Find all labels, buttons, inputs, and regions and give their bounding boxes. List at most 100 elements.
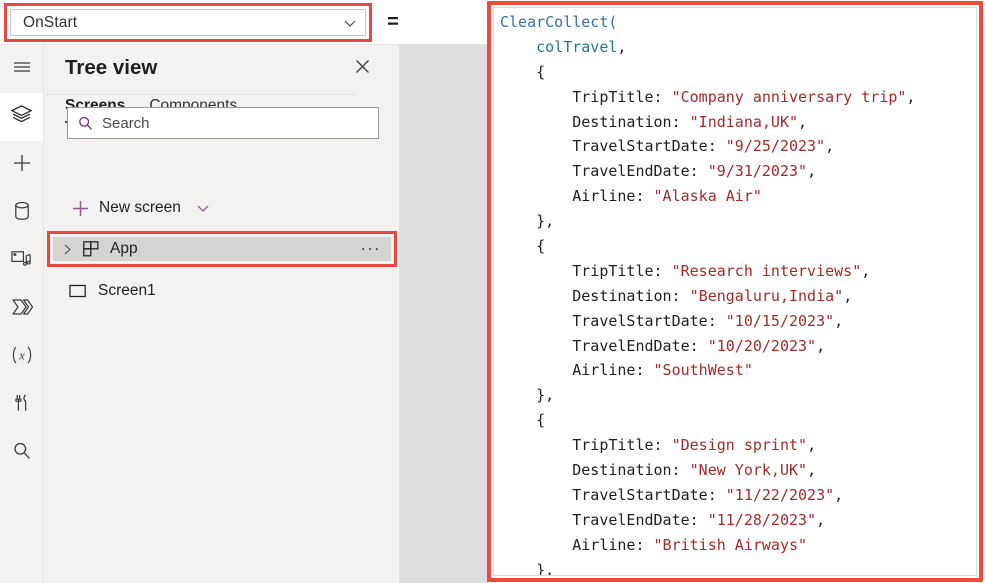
code-token: TravelEndDate: <box>500 510 708 529</box>
search-icon <box>11 440 33 467</box>
tree-item-screen1-label: Screen1 <box>98 282 156 299</box>
code-token: "Bengaluru,India" <box>689 286 844 305</box>
formula-code[interactable]: ClearCollect( colTravel, { TripTitle: "C… <box>500 10 976 576</box>
code-token: , <box>816 336 826 355</box>
code-token: Destination: <box>500 461 690 480</box>
code-token: Airline: <box>500 361 654 380</box>
rail-item-media[interactable] <box>0 237 43 285</box>
code-token: { <box>500 411 546 430</box>
code-token: "Company anniversary trip" <box>671 87 907 106</box>
code-token: , <box>861 261 871 280</box>
layers-icon <box>10 103 33 131</box>
left-icon-rail: x <box>0 45 44 583</box>
code-token: , <box>807 436 817 455</box>
code-token: { <box>500 62 546 81</box>
rail-item-search[interactable] <box>0 429 43 477</box>
code-line: TravelStartDate: "10/15/2023", <box>500 309 976 334</box>
code-token: "10/15/2023" <box>725 311 835 330</box>
search-placeholder: Search <box>102 114 150 132</box>
code-line: TravelEndDate: "9/31/2023", <box>500 159 976 184</box>
code-line: }, <box>500 383 976 408</box>
search-input[interactable]: Search <box>67 107 379 139</box>
code-token: }, <box>500 560 555 576</box>
code-token: "10/20/2023" <box>707 336 817 355</box>
code-token: "Research interviews" <box>671 261 862 280</box>
overflow-menu-icon[interactable]: ... <box>351 235 391 255</box>
tabs-divider <box>44 94 356 95</box>
close-icon <box>354 58 371 80</box>
screen-rectangle-icon <box>63 283 93 299</box>
plus-icon <box>11 152 33 179</box>
code-token: , <box>834 485 844 504</box>
code-line: Airline: "SouthWest" <box>500 358 976 383</box>
new-screen-label: New screen <box>99 199 181 216</box>
close-button[interactable] <box>344 51 380 87</box>
code-token: , <box>617 37 627 56</box>
code-token: }, <box>500 386 555 405</box>
rail-item-hamburger[interactable] <box>0 45 43 93</box>
rail-item-power-automate[interactable] <box>0 285 43 333</box>
chevron-down-icon[interactable] <box>335 16 365 30</box>
code-line: Airline: "British Airways" <box>500 533 976 558</box>
code-line: Destination: "Indiana,UK", <box>500 110 976 135</box>
code-line: TravelStartDate: "11/22/2023", <box>500 483 976 508</box>
code-line: Destination: "New York,UK", <box>500 458 976 483</box>
tree-item-app[interactable]: App ... <box>53 235 391 261</box>
canvas-area[interactable] <box>400 45 487 583</box>
rail-item-advanced-tools[interactable] <box>0 381 43 429</box>
app-grid-icon <box>78 240 104 259</box>
tree-view-header: Tree view <box>44 45 400 93</box>
property-selector-highlight: OnStart <box>4 3 372 42</box>
code-line: }, <box>500 209 976 234</box>
database-icon <box>12 200 32 227</box>
code-line: Airline: "Alaska Air" <box>500 184 976 209</box>
rail-item-tree-view[interactable] <box>0 93 43 141</box>
code-token: TravelStartDate: <box>500 137 726 156</box>
media-icon <box>10 248 33 275</box>
tree-view-title: Tree view <box>65 56 158 79</box>
code-line: TravelEndDate: "11/28/2023", <box>500 508 976 533</box>
code-token: , <box>816 510 826 529</box>
code-line: Destination: "Bengaluru,India", <box>500 284 976 309</box>
rail-item-data[interactable] <box>0 189 43 237</box>
code-token: TravelEndDate: <box>500 336 708 355</box>
code-token: TravelEndDate: <box>500 162 708 181</box>
rail-item-insert[interactable] <box>0 141 43 189</box>
code-line: TravelEndDate: "10/20/2023", <box>500 334 976 359</box>
code-token: Destination: <box>500 112 690 131</box>
code-token: Airline: <box>500 535 654 554</box>
powerapps-studio-window: OnStart = fx <box>0 0 985 583</box>
code-token: TripTitle: <box>500 261 672 280</box>
code-token: , <box>825 137 835 156</box>
new-screen-button[interactable]: New screen <box>70 194 212 222</box>
code-token: "11/22/2023" <box>725 485 835 504</box>
tools-icon <box>12 392 32 419</box>
code-token: Destination: <box>500 286 690 305</box>
tree-item-app-label: App <box>110 240 138 257</box>
code-line: TripTitle: "Company anniversary trip", <box>500 85 976 110</box>
code-token: "9/25/2023" <box>725 137 826 156</box>
search-icon <box>68 115 102 132</box>
chevron-down-icon[interactable] <box>194 201 212 215</box>
code-token: , <box>843 286 853 305</box>
code-token: colTravel <box>536 37 618 56</box>
rail-item-variables[interactable]: x <box>0 333 43 381</box>
code-token: , <box>906 87 916 106</box>
tree-item-screen1[interactable]: Screen1 <box>63 276 393 306</box>
code-line: { <box>500 234 976 259</box>
code-token: { <box>500 237 546 256</box>
code-token: "Indiana,UK" <box>689 112 799 131</box>
code-token: TripTitle: <box>500 436 672 455</box>
code-token: ClearCollect( <box>500 13 618 31</box>
code-token: "11/28/2023" <box>707 510 817 529</box>
formula-editor[interactable]: ClearCollect( colTravel, { TripTitle: "C… <box>493 7 977 576</box>
app-item-highlight: App ... <box>47 231 397 267</box>
property-selector[interactable]: OnStart <box>10 9 366 36</box>
chevron-right-icon[interactable] <box>56 243 78 256</box>
code-token: Airline: <box>500 187 654 206</box>
code-line: { <box>500 408 976 433</box>
plus-icon <box>70 198 90 218</box>
code-token: TravelStartDate: <box>500 485 726 504</box>
code-line: { <box>500 60 976 85</box>
